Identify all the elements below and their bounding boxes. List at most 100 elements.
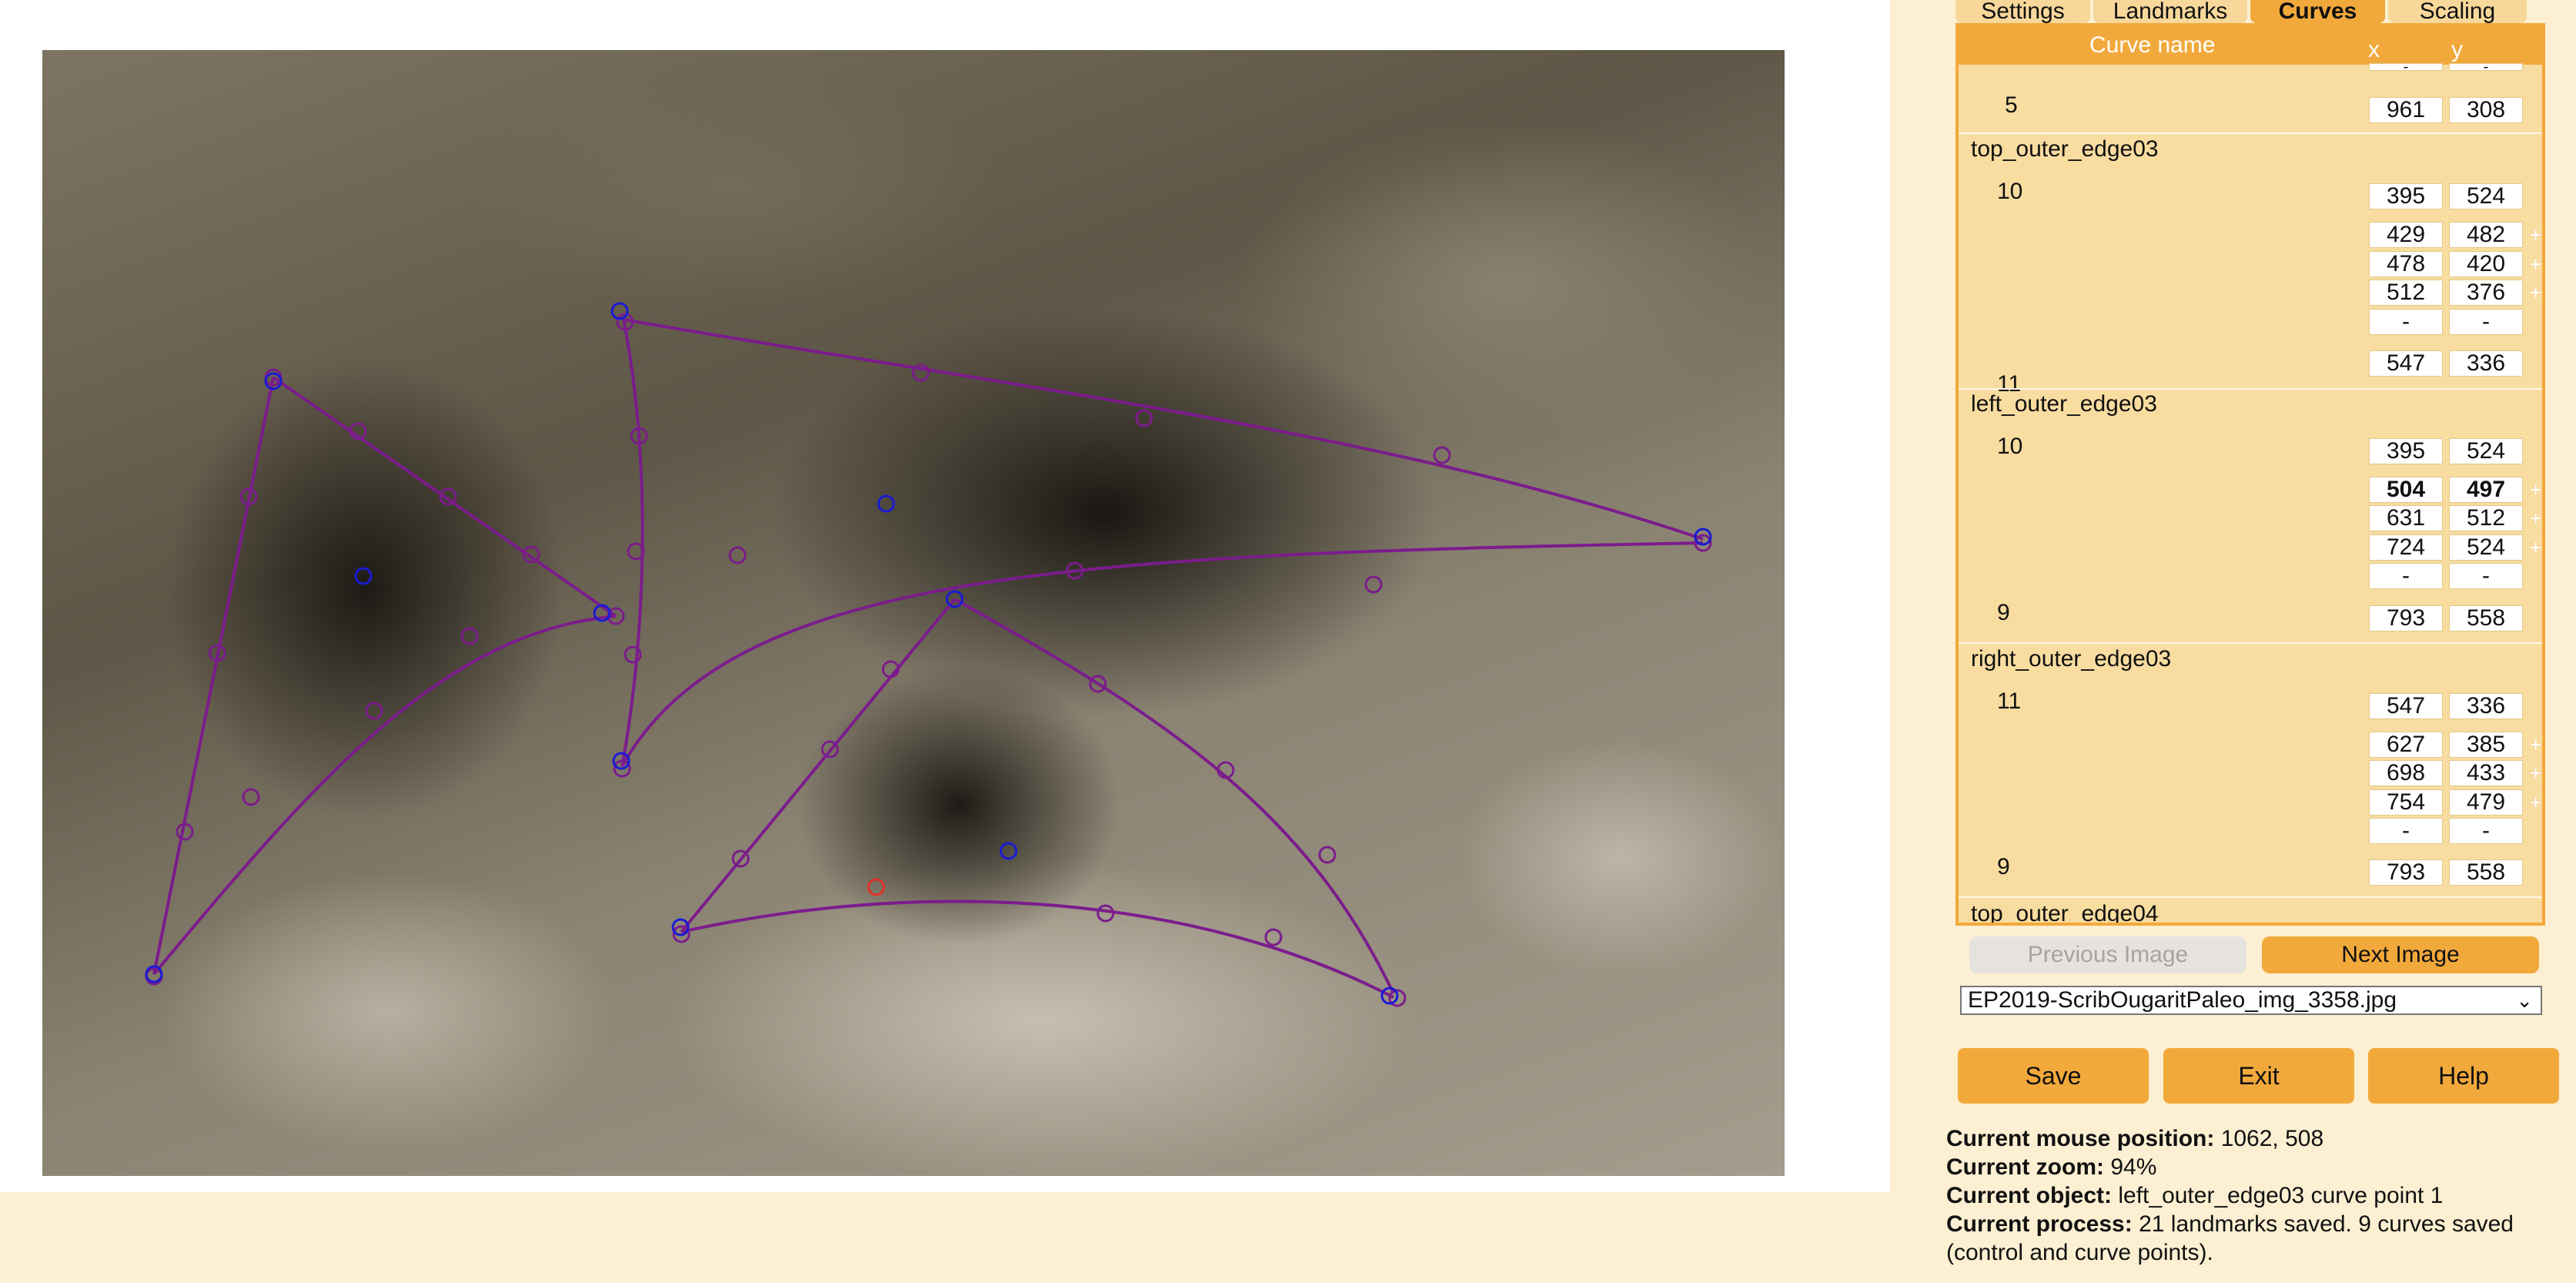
coord-y-cell[interactable]: 497	[2449, 477, 2523, 503]
exit-button[interactable]: Exit	[2163, 1048, 2354, 1104]
curve-name[interactable]: top_outer_edge03	[1971, 136, 2159, 162]
add-point-icon[interactable]: +	[2530, 478, 2541, 502]
add-point-icon[interactable]: +	[2530, 762, 2541, 786]
previous-image-button[interactable]: Previous Image	[1969, 936, 2246, 973]
landmark-point[interactable]	[999, 842, 1018, 860]
image-canvas[interactable]	[0, 0, 1890, 1192]
landmark-point[interactable]	[354, 567, 373, 585]
coord-y-cell[interactable]: 385	[2449, 732, 2523, 758]
coord-y-cell[interactable]: -	[2449, 309, 2523, 335]
add-point-icon[interactable]: +	[2530, 507, 2541, 531]
coord-y-cell[interactable]: 558	[2449, 859, 2523, 886]
tab-curves[interactable]: Curves	[2250, 0, 2385, 23]
landmark-index: 11	[1997, 688, 2022, 714]
coord-y-cell[interactable]: 420	[2449, 251, 2523, 277]
add-point-icon[interactable]: +	[2530, 281, 2541, 305]
coord-x-cell[interactable]: 698	[2369, 760, 2443, 786]
coord-x-cell[interactable]: 627	[2369, 732, 2443, 758]
coord-x-cell[interactable]: 631	[2369, 505, 2443, 531]
add-point-icon[interactable]: +	[2530, 791, 2541, 815]
curve-path[interactable]	[152, 615, 617, 976]
coord-y-cell[interactable]: 524	[2449, 438, 2523, 464]
save-button[interactable]: Save	[1958, 1048, 2149, 1104]
curve-path[interactable]	[623, 318, 1704, 541]
curve-point[interactable]	[1135, 409, 1153, 427]
curves-table[interactable]: Curve name x y - - 5 961 308 top_outer_e…	[1955, 23, 2545, 926]
add-point-icon[interactable]: +	[2530, 253, 2541, 276]
coord-y-cell[interactable]: 376	[2449, 280, 2523, 306]
coord-y-cell[interactable]: 482	[2449, 222, 2523, 248]
coord-y-cell[interactable]: 524	[2449, 183, 2523, 209]
add-point-icon[interactable]: +	[2530, 223, 2541, 247]
coord-x-cell[interactable]: 961	[2369, 97, 2443, 123]
tab-settings[interactable]: Settings	[1955, 0, 2090, 23]
coord-x-cell[interactable]: 504	[2369, 477, 2443, 503]
y-header: y	[2451, 37, 2463, 62]
coord-x-cell[interactable]: 724	[2369, 534, 2443, 561]
coord-y-cell[interactable]: 558	[2449, 605, 2523, 631]
image-select[interactable]: EP2019-ScribOugaritPaleo_img_3358.jpg ⌄	[1960, 986, 2542, 1015]
landmark-index: 9	[1997, 600, 2010, 625]
coord-x-cell[interactable]: -	[2369, 563, 2443, 589]
curve-point[interactable]	[1096, 904, 1115, 923]
tab-bar: Settings Landmarks Curves Scaling	[1955, 0, 2527, 23]
status-value: left_outer_edge03 curve point 1	[2118, 1183, 2444, 1208]
curve-path[interactable]	[272, 376, 617, 618]
coord-x-cell[interactable]: 512	[2369, 280, 2443, 306]
curve-point[interactable]	[242, 788, 260, 806]
coord-y-cell[interactable]: 479	[2449, 789, 2523, 816]
curve-point[interactable]	[365, 702, 383, 720]
curve-name-header: Curve name	[2089, 32, 2216, 58]
coord-y-cell[interactable]: -	[2449, 818, 2523, 844]
mouse-position-status: Current mouse position: 1062, 508	[1946, 1124, 2562, 1153]
curve-path[interactable]	[681, 899, 1394, 999]
coord-x-cell[interactable]: -	[2369, 59, 2443, 75]
coord-y-cell[interactable]: 308	[2449, 97, 2523, 123]
coord-y-cell[interactable]: 524	[2449, 534, 2523, 561]
curve-point[interactable]	[728, 546, 747, 564]
curve-point[interactable]	[1433, 446, 1451, 464]
curve-path[interactable]	[621, 319, 644, 767]
curve-path[interactable]	[152, 377, 275, 975]
process-status: Current process: 21 landmarks saved. 9 c…	[1946, 1210, 2562, 1267]
coord-x-cell[interactable]: 754	[2369, 789, 2443, 816]
row-divider	[1959, 132, 2542, 134]
curve-name[interactable]: top_outer_edge04	[1971, 901, 2159, 923]
add-point-icon[interactable]: +	[2530, 536, 2541, 560]
curve-point[interactable]	[460, 627, 479, 645]
coord-x-cell[interactable]: 793	[2369, 859, 2443, 886]
curve-name[interactable]: right_outer_edge03	[1971, 646, 2171, 672]
coord-y-cell[interactable]: -	[2449, 563, 2523, 589]
curve-path[interactable]	[621, 541, 1704, 767]
coord-y-cell[interactable]: 336	[2449, 693, 2523, 719]
coord-x-cell[interactable]: 429	[2369, 222, 2443, 248]
coord-x-cell[interactable]: 547	[2369, 350, 2443, 377]
curve-point[interactable]	[1264, 928, 1283, 946]
coord-x-cell[interactable]: 395	[2369, 438, 2443, 464]
coord-y-cell[interactable]: 336	[2449, 350, 2523, 377]
coord-x-cell[interactable]: 547	[2369, 693, 2443, 719]
tab-landmarks[interactable]: Landmarks	[2093, 0, 2247, 23]
landmark-point[interactable]	[877, 494, 895, 513]
coord-y-cell[interactable]: 512	[2449, 505, 2523, 531]
curve-path[interactable]	[680, 598, 956, 933]
tab-scaling[interactable]: Scaling	[2388, 0, 2527, 23]
add-point-icon[interactable]: +	[2530, 733, 2541, 757]
coord-x-cell[interactable]: 478	[2369, 251, 2443, 277]
landmark-index: 10	[1997, 179, 2023, 204]
coord-x-cell[interactable]: -	[2369, 818, 2443, 844]
curve-point[interactable]	[1364, 575, 1383, 594]
help-button[interactable]: Help	[2368, 1048, 2559, 1104]
curve-path[interactable]	[954, 598, 1395, 994]
curve-overlay[interactable]	[0, 0, 1890, 1192]
coord-x-cell[interactable]: -	[2369, 309, 2443, 335]
coord-y-cell[interactable]: 433	[2449, 760, 2523, 786]
coord-y-cell[interactable]: -	[2449, 59, 2523, 75]
selected-point[interactable]	[867, 878, 885, 896]
curve-name[interactable]: left_outer_edge03	[1971, 391, 2157, 417]
next-image-button[interactable]: Next Image	[2262, 936, 2539, 973]
status-label: Current zoom:	[1946, 1154, 2104, 1180]
curve-point[interactable]	[1318, 846, 1337, 864]
coord-x-cell[interactable]: 395	[2369, 183, 2443, 209]
coord-x-cell[interactable]: 793	[2369, 605, 2443, 631]
